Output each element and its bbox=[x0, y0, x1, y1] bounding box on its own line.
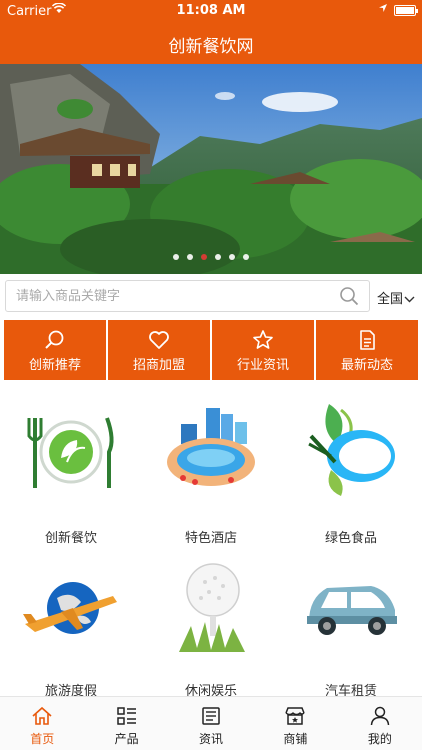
status-time: 11:08 AM bbox=[176, 3, 246, 18]
search-icon bbox=[45, 330, 64, 349]
region-selector[interactable]: 全国 bbox=[377, 288, 415, 307]
category-item-dining[interactable]: 创新餐饮 bbox=[1, 380, 141, 546]
region-label: 全国 bbox=[377, 292, 404, 307]
tab-label: 产品 bbox=[114, 732, 139, 746]
carousel-dot[interactable] bbox=[243, 254, 249, 260]
heart-icon bbox=[149, 331, 169, 349]
search-box[interactable] bbox=[5, 280, 370, 312]
category-item-green-food[interactable]: 绿色食品 bbox=[281, 380, 421, 546]
category-item-hotel[interactable]: 特色酒店 bbox=[141, 380, 281, 546]
category-item-car-rental[interactable]: 汽车租赁 bbox=[281, 538, 421, 696]
news-icon bbox=[202, 707, 220, 725]
tab-label: 我的 bbox=[367, 732, 392, 746]
quick-nav-label: 行业资讯 bbox=[236, 358, 289, 373]
grid-list-icon bbox=[116, 707, 136, 725]
star-icon bbox=[253, 330, 273, 349]
category-label: 汽车租赁 bbox=[324, 684, 377, 696]
home-icon bbox=[32, 706, 52, 725]
store-icon bbox=[285, 707, 306, 725]
page-title: 创新餐饮网 bbox=[168, 37, 254, 57]
document-icon bbox=[360, 330, 375, 350]
hotel-pool-icon bbox=[167, 408, 255, 486]
golf-ball-icon bbox=[179, 563, 245, 652]
tab-products[interactable]: 产品 bbox=[84, 697, 168, 750]
banner-carousel[interactable] bbox=[0, 64, 422, 274]
category-label: 休闲娱乐 bbox=[184, 684, 237, 696]
location-arrow-icon bbox=[378, 3, 388, 16]
tab-label: 商铺 bbox=[283, 732, 308, 746]
category-item-travel[interactable]: 旅游度假 bbox=[1, 538, 141, 696]
app-header: Carrier 11:08 AM 创新餐饮网 bbox=[0, 0, 422, 64]
bottom-tab-bar: 首页 产品 资讯 商铺 我的 bbox=[0, 696, 422, 750]
user-icon bbox=[370, 706, 390, 726]
quick-nav-industry-news[interactable]: 行业资讯 bbox=[212, 320, 314, 380]
quick-nav-label: 最新动态 bbox=[340, 358, 393, 373]
category-item-leisure[interactable]: 休闲娱乐 bbox=[141, 538, 281, 696]
banner-image bbox=[0, 64, 422, 274]
quick-nav-label: 招商加盟 bbox=[132, 358, 185, 373]
status-bar: Carrier 11:08 AM bbox=[0, 0, 422, 22]
carousel-dot[interactable] bbox=[229, 254, 235, 260]
tab-label: 资讯 bbox=[199, 732, 224, 746]
quick-nav-recommend[interactable]: 创新推荐 bbox=[4, 320, 106, 380]
car-icon bbox=[307, 586, 397, 635]
green-food-icon bbox=[308, 404, 395, 496]
quick-nav-label: 创新推荐 bbox=[28, 358, 81, 373]
category-label: 旅游度假 bbox=[44, 684, 97, 696]
tab-profile[interactable]: 我的 bbox=[338, 697, 422, 750]
airplane-globe-icon bbox=[23, 582, 117, 634]
search-bar: 全国 bbox=[0, 274, 422, 320]
search-icon[interactable] bbox=[339, 286, 359, 306]
chevron-down-icon bbox=[404, 296, 415, 303]
plate-fork-knife-icon bbox=[27, 417, 114, 488]
category-grid: 创新餐饮 特色酒店 绿色食品 旅游度假 休闲娱乐 汽车租赁 bbox=[0, 380, 422, 696]
tab-stores[interactable]: 商铺 bbox=[253, 697, 337, 750]
carousel-dot-active[interactable] bbox=[201, 254, 207, 260]
carousel-dot[interactable] bbox=[187, 254, 193, 260]
search-input[interactable] bbox=[16, 281, 336, 311]
carousel-dot[interactable] bbox=[173, 254, 179, 260]
quick-nav-franchise[interactable]: 招商加盟 bbox=[108, 320, 210, 380]
tab-label: 首页 bbox=[30, 732, 55, 746]
carousel-dot[interactable] bbox=[215, 254, 221, 260]
quick-nav: 创新推荐 招商加盟 行业资讯 最新动态 bbox=[4, 320, 418, 380]
tab-home[interactable]: 首页 bbox=[0, 697, 84, 750]
carousel-indicator bbox=[0, 245, 422, 264]
quick-nav-latest[interactable]: 最新动态 bbox=[316, 320, 418, 380]
battery-icon bbox=[394, 5, 418, 16]
tab-news[interactable]: 资讯 bbox=[169, 697, 253, 750]
